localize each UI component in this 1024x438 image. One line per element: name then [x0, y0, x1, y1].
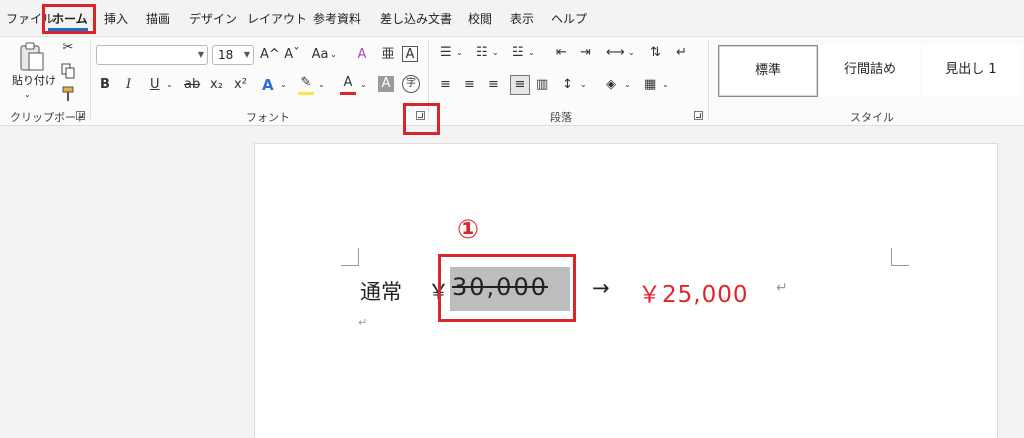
tab-mailings[interactable]: 差し込み文書 — [380, 10, 452, 27]
line-spacing-icon[interactable]: ↕ — [562, 77, 573, 93]
paste-dropdown-icon[interactable]: ⌄ — [24, 87, 31, 103]
chevron-down-icon[interactable]: ⌄ — [360, 77, 367, 93]
align-center-icon[interactable]: ≡ — [464, 77, 475, 93]
borders-icon[interactable]: ▦ — [644, 77, 656, 93]
paste-label[interactable]: 貼り付け — [12, 72, 56, 88]
grow-font-icon[interactable]: A^ — [260, 47, 280, 63]
tab-view[interactable]: 表示 — [510, 10, 534, 27]
font-color-swatch — [340, 92, 356, 95]
tab-help[interactable]: ヘルプ — [551, 10, 587, 27]
chevron-down-icon[interactable]: ⌄ — [166, 77, 173, 93]
chevron-down-icon[interactable]: ⌄ — [280, 77, 287, 93]
tab-references[interactable]: 参考資料 — [313, 10, 361, 27]
tab-draw[interactable]: 描画 — [146, 10, 170, 27]
arrow-text[interactable]: → — [592, 276, 610, 300]
clear-formatting-icon[interactable]: A — [354, 47, 370, 63]
empty-paragraph-mark: ↵ — [358, 316, 368, 329]
font-group-label: フォント — [246, 111, 290, 124]
font-name-select[interactable]: ▼ — [96, 45, 208, 65]
clipboard-dialog-launcher[interactable] — [76, 111, 85, 120]
chevron-down-icon[interactable]: ⌄ — [528, 45, 535, 61]
bold-icon[interactable]: B — [100, 77, 110, 93]
paragraph-mark: ↵ — [776, 280, 788, 296]
font-color-icon[interactable]: A — [340, 75, 356, 91]
chevron-down-icon[interactable]: ⌄ — [662, 77, 669, 93]
menu-bar: ファイル ホーム 挿入 描画 デザイン レイアウト 参考資料 差し込み文書 校閲… — [0, 0, 1024, 36]
chevron-down-icon[interactable]: ⌄ — [318, 77, 325, 93]
style-no-spacing[interactable]: 行間詰め — [820, 45, 920, 97]
chevron-down-icon[interactable]: ⌄ — [492, 45, 499, 61]
chevron-down-icon[interactable]: ⌄ — [330, 47, 337, 63]
paragraph-group-label: 段落 — [550, 111, 572, 124]
chevron-down-icon: ▼ — [243, 50, 250, 59]
text-effects-icon[interactable]: A — [262, 77, 274, 93]
decrease-indent-icon[interactable]: ⇤ — [556, 45, 567, 61]
font-launcher-highlight-box — [403, 103, 440, 135]
style-heading-1[interactable]: 見出し 1 — [922, 45, 1020, 97]
tab-insert[interactable]: 挿入 — [104, 10, 128, 27]
show-marks-icon[interactable]: ↵ — [676, 45, 687, 61]
highlight-color-swatch — [298, 92, 314, 95]
tab-layout[interactable]: レイアウト — [247, 10, 307, 27]
underline-icon[interactable]: U — [150, 77, 160, 93]
change-case-icon[interactable]: Aa — [310, 47, 330, 63]
strikethrough-icon[interactable]: ab — [184, 77, 200, 93]
chevron-down-icon[interactable]: ⌄ — [456, 45, 463, 61]
margin-corner-top-right — [891, 248, 909, 266]
increase-indent-icon[interactable]: ⇥ — [580, 45, 591, 61]
bullets-icon[interactable]: ☰ — [440, 45, 452, 61]
copy-icon[interactable] — [61, 63, 75, 79]
group-separator — [708, 41, 709, 119]
chevron-down-icon[interactable]: ⌄ — [628, 45, 635, 61]
align-right-icon[interactable]: ≡ — [488, 77, 499, 93]
paste-icon[interactable] — [18, 41, 46, 73]
ribbon: 貼り付け ⌄ ✂ クリップボード ▼ 18 ▼ A^ Aˇ Aa ⌄ A 亜 A … — [0, 36, 1024, 126]
shading-icon[interactable]: ◈ — [606, 77, 616, 93]
justify-icon[interactable]: ≡ — [510, 75, 530, 95]
chevron-down-icon: ▼ — [197, 50, 204, 59]
selection-highlight-box — [438, 254, 576, 322]
subscript-icon[interactable]: x₂ — [210, 77, 223, 93]
style-normal[interactable]: 標準 — [718, 45, 818, 97]
home-tab-highlight-box — [42, 4, 96, 34]
label-normal-price[interactable]: 通常 — [360, 276, 402, 306]
group-separator — [90, 41, 91, 119]
phonetic-guide-icon[interactable]: 亜 — [380, 47, 396, 63]
character-border-icon[interactable]: A — [402, 46, 418, 62]
superscript-icon[interactable]: x² — [234, 77, 247, 93]
new-price-value[interactable]: ￥25,000 — [638, 275, 748, 309]
cut-icon[interactable]: ✂ — [61, 40, 75, 56]
multilevel-list-icon[interactable]: ☳ — [512, 45, 524, 61]
styles-group-label: スタイル — [850, 111, 894, 124]
italic-icon[interactable]: I — [126, 77, 131, 93]
chevron-down-icon[interactable]: ⌄ — [624, 77, 631, 93]
character-shading-icon[interactable]: A — [378, 76, 394, 92]
sort-icon[interactable]: ⇅ — [650, 45, 661, 61]
shrink-font-icon[interactable]: Aˇ — [284, 47, 300, 63]
paragraph-dialog-launcher[interactable] — [694, 111, 703, 120]
chevron-down-icon[interactable]: ⌄ — [580, 77, 587, 93]
distributed-icon[interactable]: ▥ — [536, 77, 548, 93]
tab-review[interactable]: 校閲 — [468, 10, 492, 27]
numbering-icon[interactable]: ☷ — [476, 45, 488, 61]
font-size-select[interactable]: 18 ▼ — [212, 45, 254, 65]
asian-layout-icon[interactable]: ⟷ — [606, 45, 625, 61]
align-left-icon[interactable]: ≡ — [440, 77, 451, 93]
step-1-marker: ① — [457, 215, 480, 245]
format-painter-icon[interactable] — [61, 86, 75, 102]
margin-corner-top-left — [341, 248, 359, 266]
highlight-icon[interactable]: ✎ — [298, 75, 314, 91]
enclose-characters-icon[interactable]: 字 — [402, 75, 420, 93]
tab-design[interactable]: デザイン — [189, 10, 237, 27]
